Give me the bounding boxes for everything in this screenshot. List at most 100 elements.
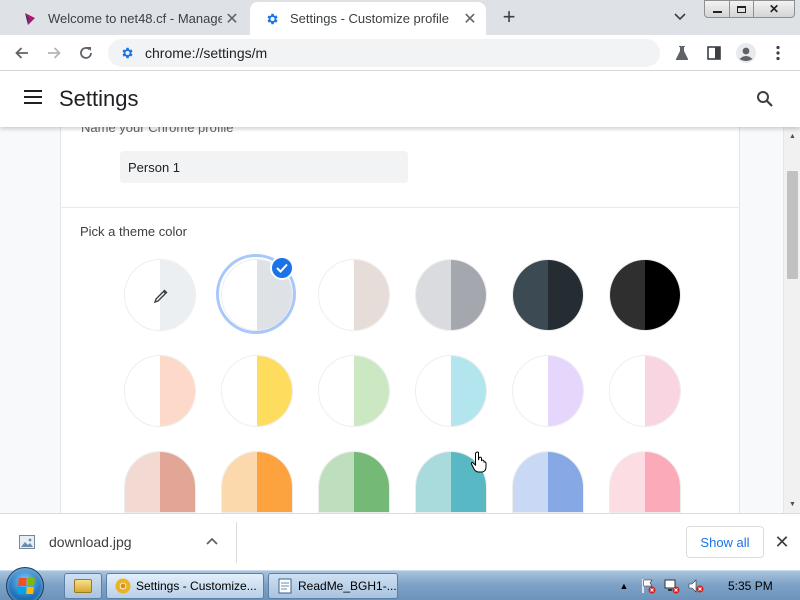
- custom-color-swatch[interactable]: [124, 259, 196, 331]
- labs-flask-icon[interactable]: [670, 41, 694, 65]
- swatch-right-half: [257, 452, 292, 512]
- windows-logo-icon: [17, 578, 35, 594]
- net48-logo-icon: [22, 11, 38, 27]
- swatch-right-half: [354, 260, 389, 330]
- notepad-icon: [277, 578, 293, 594]
- theme-color-swatch[interactable]: [415, 259, 487, 331]
- tab-welcome[interactable]: Welcome to net48.cf - Managed ✕: [8, 2, 248, 35]
- swatch-right-half: [451, 260, 486, 330]
- profile-name-input[interactable]: Person 1: [120, 151, 408, 183]
- theme-color-swatch[interactable]: [318, 451, 390, 513]
- theme-color-swatch[interactable]: [609, 451, 681, 513]
- theme-section-label: Pick a theme color: [80, 224, 187, 239]
- taskbar-item-label: ReadMe_BGH1-...: [298, 579, 397, 593]
- swatch-right-half: [645, 452, 680, 512]
- hamburger-menu-icon[interactable]: [24, 90, 42, 104]
- settings-header: Settings: [0, 71, 800, 127]
- theme-color-swatch[interactable]: [221, 355, 293, 427]
- swatch-left-half: [125, 356, 160, 426]
- swatch-left-half: [416, 356, 451, 426]
- theme-color-swatch[interactable]: [124, 451, 196, 513]
- taskbar-clock: 5:35 PM: [728, 579, 773, 593]
- side-panel-icon[interactable]: [702, 41, 726, 65]
- theme-color-swatch[interactable]: [415, 355, 487, 427]
- close-icon[interactable]: ✕: [772, 532, 792, 552]
- hand-cursor-icon: [470, 451, 488, 473]
- close-tab-icon[interactable]: ✕: [460, 9, 480, 29]
- profile-name-label: Name your Chrome profile: [81, 127, 234, 135]
- more-menu-icon[interactable]: [766, 41, 790, 65]
- close-window-button[interactable]: ✕: [753, 0, 795, 18]
- taskbar-readme[interactable]: ReadMe_BGH1-...: [268, 573, 398, 599]
- minimize-window-button[interactable]: [704, 0, 730, 18]
- windows-taskbar: Settings - Customize... ReadMe_BGH1-... …: [0, 567, 800, 600]
- chevron-up-icon[interactable]: [204, 533, 220, 549]
- color-picker-icon: [151, 286, 171, 306]
- swatch-right-half: [645, 356, 680, 426]
- volume-muted-icon[interactable]: [688, 578, 704, 594]
- vertical-scrollbar[interactable]: ▲ ▼: [783, 127, 800, 513]
- swatch-left-half: [222, 356, 257, 426]
- show-hidden-icons-icon[interactable]: ▲: [616, 578, 632, 594]
- restore-window-button[interactable]: [729, 0, 754, 18]
- page-title: Settings: [59, 86, 139, 111]
- download-file-name[interactable]: download.jpg: [49, 534, 132, 550]
- show-all-button[interactable]: Show all: [686, 526, 764, 558]
- swatch-right-half: [548, 260, 583, 330]
- taskbar-explorer[interactable]: [64, 573, 102, 599]
- theme-color-swatch[interactable]: [124, 355, 196, 427]
- swatch-right-half: [354, 356, 389, 426]
- swatch-left-half: [222, 452, 257, 512]
- chrome-settings-icon: [119, 45, 135, 61]
- theme-color-swatch[interactable]: [318, 355, 390, 427]
- chrome-icon: [115, 578, 131, 594]
- swatch-right-half: [160, 452, 195, 512]
- swatch-left-half: [513, 260, 548, 330]
- tab-title: Welcome to net48.cf - Managed: [48, 11, 222, 26]
- settings-gear-icon: [264, 11, 280, 27]
- network-icon[interactable]: [664, 578, 680, 594]
- forward-arrow-icon[interactable]: [42, 41, 66, 65]
- swatch-left-half: [319, 260, 354, 330]
- swatch-left-half: [319, 452, 354, 512]
- theme-color-swatch[interactable]: [512, 355, 584, 427]
- search-icon[interactable]: [756, 90, 776, 110]
- scroll-up-icon[interactable]: ▲: [784, 129, 800, 143]
- start-button[interactable]: [6, 567, 44, 600]
- back-arrow-icon[interactable]: [10, 41, 34, 65]
- theme-color-swatch[interactable]: [221, 451, 293, 513]
- system-tray: ▲: [616, 576, 704, 596]
- reload-icon[interactable]: [74, 41, 98, 65]
- swatch-left-half: [610, 452, 645, 512]
- close-tab-icon[interactable]: ✕: [222, 9, 242, 29]
- scroll-down-icon[interactable]: ▼: [784, 497, 800, 511]
- theme-color-swatch[interactable]: [512, 259, 584, 331]
- swatch-left-half: [610, 260, 645, 330]
- download-bar: download.jpg Show all ✕: [0, 513, 800, 570]
- tab-search-chevron-icon[interactable]: [670, 7, 690, 27]
- taskbar-chrome[interactable]: Settings - Customize...: [106, 573, 264, 599]
- swatch-right-half: [548, 452, 583, 512]
- swatch-left-half: [513, 452, 548, 512]
- section-divider: [60, 207, 740, 208]
- taskbar-item-label: Settings - Customize...: [136, 579, 257, 593]
- scrollbar-thumb[interactable]: [787, 171, 798, 279]
- swatch-left-half: [416, 452, 451, 512]
- new-tab-button[interactable]: +: [498, 4, 520, 29]
- tab-title: Settings - Customize profile: [290, 11, 449, 26]
- browser-toolbar: chrome://settings/m: [0, 35, 800, 71]
- theme-color-swatch[interactable]: [318, 259, 390, 331]
- swatch-left-half: [610, 356, 645, 426]
- theme-color-swatch[interactable]: [609, 355, 681, 427]
- download-separator: [236, 522, 237, 563]
- theme-color-swatch[interactable]: [512, 451, 584, 513]
- theme-color-swatch[interactable]: [609, 259, 681, 331]
- action-center-flag-icon[interactable]: [640, 578, 656, 594]
- swatch-right-half: [257, 356, 292, 426]
- tab-settings[interactable]: Settings - Customize profile ✕: [250, 2, 486, 35]
- tab-strip: Welcome to net48.cf - Managed ✕ Settings…: [0, 0, 800, 35]
- address-bar[interactable]: chrome://settings/m: [108, 39, 660, 67]
- swatch-left-half: [416, 260, 451, 330]
- file-explorer-icon: [74, 579, 92, 593]
- profile-avatar-icon[interactable]: [734, 41, 758, 65]
